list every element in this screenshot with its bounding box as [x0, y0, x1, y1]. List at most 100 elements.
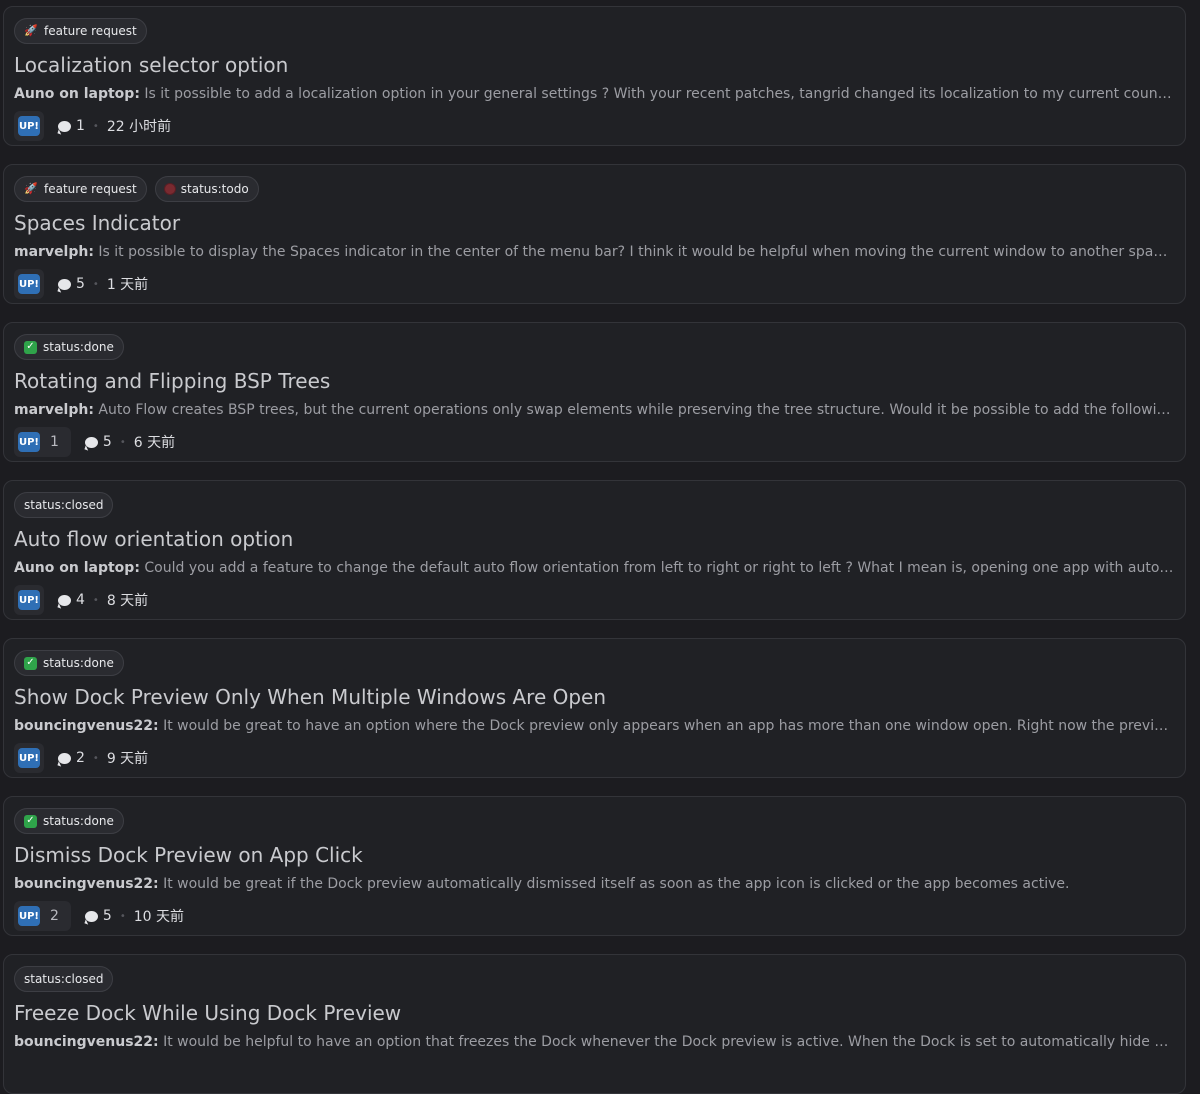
comment-bubble-icon: [58, 278, 71, 290]
post-card[interactable]: ✓ status:done Rotating and Flipping BSP …: [3, 322, 1186, 462]
post-meta: UP! 1 • 22 小时前: [14, 110, 171, 142]
comment-bubble-icon: [58, 120, 71, 132]
post-title[interactable]: Localization selector option: [14, 53, 288, 77]
comment-bubble-icon: [58, 752, 71, 764]
post-excerpt: bouncingvenus22: It would be helpful to …: [14, 1034, 1174, 1050]
tag-row: ✓ status:done: [14, 808, 124, 834]
post-card[interactable]: ✓ status:done Dismiss Dock Preview on Ap…: [3, 796, 1186, 936]
post-meta: UP! 5 • 1 天前: [14, 268, 148, 300]
comment-bubble-icon: [58, 594, 71, 606]
comment-count-value: 5: [102, 908, 112, 924]
post-card[interactable]: status:closed Auto flow orientation opti…: [3, 480, 1186, 620]
comment-count[interactable]: 5: [58, 276, 85, 292]
post-author: marvelph:: [14, 402, 94, 418]
upvote-button[interactable]: UP!: [14, 111, 44, 141]
post-meta: UP! 1 5 • 6 天前: [14, 426, 175, 458]
upvote-count: 2: [50, 908, 59, 924]
post-excerpt: marvelph: Is it possible to display the …: [14, 244, 1174, 260]
post-excerpt-text: Auto Flow creates BSP trees, but the cur…: [98, 402, 1174, 418]
upvote-button[interactable]: UP! 1: [14, 427, 71, 457]
comment-count[interactable]: 5: [84, 908, 112, 924]
post-card[interactable]: ✓ status:done Show Dock Preview Only Whe…: [3, 638, 1186, 778]
up-badge-icon: UP!: [18, 590, 40, 610]
post-author: bouncingvenus22:: [14, 718, 159, 734]
comment-count[interactable]: 1: [58, 118, 85, 134]
upvote-button[interactable]: UP!: [14, 269, 44, 299]
tag-label: status:closed: [24, 972, 104, 986]
tag-row: 🚀 feature request status:todo: [14, 176, 259, 202]
tag-row: 🚀 feature request: [14, 18, 147, 44]
post-author: Auno on laptop:: [14, 86, 140, 102]
separator-dot: •: [92, 752, 99, 764]
comment-count-value: 5: [102, 434, 112, 450]
tag-row: ✓ status:done: [14, 650, 124, 676]
separator-dot: •: [119, 436, 126, 448]
post-excerpt-text: Is it possible to display the Spaces ind…: [93, 244, 1174, 260]
post-excerpt-text: It would be helpful to have an option th…: [163, 1034, 1174, 1050]
upvote-count: 1: [50, 434, 59, 450]
separator-dot: •: [92, 120, 99, 132]
up-badge-icon: UP!: [18, 274, 40, 294]
post-excerpt: Auno on laptop: Is it possible to add a …: [14, 86, 1174, 102]
tag-status-done[interactable]: ✓ status:done: [14, 334, 124, 360]
upvote-button[interactable]: UP! 2: [14, 901, 71, 931]
post-card[interactable]: 🚀 feature request Localization selector …: [3, 6, 1186, 146]
post-title[interactable]: Spaces Indicator: [14, 211, 180, 235]
comment-count-value: 2: [76, 750, 85, 766]
todo-icon: [164, 184, 175, 194]
post-time: 8 天前: [106, 593, 149, 609]
tag-label: status:done: [43, 340, 114, 354]
tag-feature-request[interactable]: 🚀 feature request: [14, 18, 147, 44]
up-badge-icon: UP!: [18, 906, 40, 926]
post-card[interactable]: 🚀 feature request status:todo Spaces Ind…: [3, 164, 1186, 304]
tag-row: ✓ status:done: [14, 334, 124, 360]
tag-row: status:closed: [14, 966, 114, 992]
post-excerpt: bouncingvenus22: It would be great to ha…: [14, 718, 1174, 734]
post-author: marvelph:: [14, 244, 94, 260]
upvote-button[interactable]: UP!: [14, 585, 44, 615]
up-badge-icon: UP!: [18, 432, 40, 452]
tag-feature-request[interactable]: 🚀 feature request: [14, 176, 147, 202]
post-author: bouncingvenus22:: [14, 1034, 159, 1050]
post-meta: UP! 2 • 9 天前: [14, 742, 148, 774]
post-author: Auno on laptop:: [14, 560, 140, 576]
post-title[interactable]: Auto flow orientation option: [14, 527, 293, 551]
post-title[interactable]: Dismiss Dock Preview on App Click: [14, 843, 363, 867]
post-title[interactable]: Freeze Dock While Using Dock Preview: [14, 1001, 401, 1025]
post-list: 🚀 feature request Localization selector …: [0, 0, 1200, 1094]
separator-dot: •: [92, 594, 99, 606]
tag-label: status:todo: [180, 182, 249, 196]
post-title[interactable]: Show Dock Preview Only When Multiple Win…: [14, 685, 606, 709]
upvote-button[interactable]: UP!: [14, 743, 44, 773]
separator-dot: •: [119, 910, 126, 922]
post-excerpt-text: Could you add a feature to change the de…: [144, 560, 1174, 576]
tag-status-closed[interactable]: status:closed: [14, 966, 114, 992]
up-badge-icon: UP!: [18, 116, 40, 136]
comment-count[interactable]: 5: [84, 434, 112, 450]
checkmark-icon: ✓: [24, 814, 37, 828]
tag-status-done[interactable]: ✓ status:done: [14, 808, 124, 834]
tag-label: status:done: [43, 814, 114, 828]
post-time: 22 小时前: [106, 119, 172, 135]
post-excerpt-text: Is it possible to add a localization opt…: [144, 86, 1174, 102]
rocket-icon: 🚀: [24, 24, 38, 37]
post-excerpt: marvelph: Auto Flow creates BSP trees, b…: [14, 402, 1174, 418]
tag-status-todo[interactable]: status:todo: [154, 176, 259, 202]
post-title[interactable]: Rotating and Flipping BSP Trees: [14, 369, 330, 393]
checkmark-icon: ✓: [24, 656, 37, 670]
tag-status-closed[interactable]: status:closed: [14, 492, 114, 518]
post-time: 1 天前: [106, 277, 149, 293]
comment-count[interactable]: 4: [58, 592, 85, 608]
tag-status-done[interactable]: ✓ status:done: [14, 650, 124, 676]
tag-label: status:closed: [24, 498, 104, 512]
post-card[interactable]: status:closed Freeze Dock While Using Do…: [3, 954, 1186, 1094]
post-excerpt: Auno on laptop: Could you add a feature …: [14, 560, 1174, 576]
post-time: 6 天前: [133, 435, 176, 451]
comment-count[interactable]: 2: [58, 750, 85, 766]
tag-label: feature request: [44, 182, 137, 196]
post-excerpt: bouncingvenus22: It would be great if th…: [14, 876, 1174, 892]
post-time: 9 天前: [106, 751, 149, 767]
post-meta: UP! 4 • 8 天前: [14, 584, 148, 616]
comment-count-value: 4: [76, 592, 85, 608]
tag-label: feature request: [44, 24, 137, 38]
